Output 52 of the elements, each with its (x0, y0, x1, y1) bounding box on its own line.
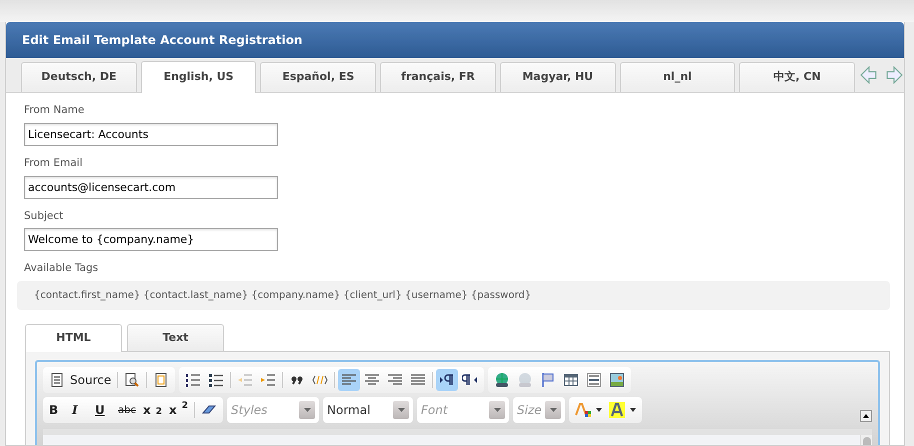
indent-icon (260, 372, 276, 388)
globe-link-icon (494, 372, 510, 388)
text-color-icon (575, 402, 592, 418)
collapse-toolbar-button[interactable] (860, 410, 872, 422)
field-label: From Email (24, 156, 84, 171)
field-label: From Name (24, 103, 86, 118)
editor-tab[interactable]: HTML (25, 324, 122, 352)
magnifier-icon (124, 372, 140, 388)
table-icon (563, 372, 580, 388)
language-tab[interactable]: français, FR (380, 62, 496, 92)
paragraph-right-icon (439, 372, 456, 388)
image-icon (609, 372, 626, 388)
caret-icon (494, 408, 501, 412)
outdent-icon (237, 372, 254, 388)
caret-icon (630, 408, 636, 412)
numbered-list-icon (185, 372, 202, 388)
subscript-button[interactable]: x$_{2}$ (140, 399, 165, 421)
document-icon (49, 372, 65, 388)
template-icon (153, 372, 170, 388)
bold-button[interactable]: B (46, 399, 68, 421)
toolbar-button[interactable] (436, 369, 458, 391)
italic-button[interactable]: I (69, 399, 91, 421)
language-tab[interactable]: 中文, CN (739, 62, 856, 92)
field-label: Available Tags (24, 261, 100, 276)
tags-list: {contact.first_name} {contact.last_name} {company.name} {client_url} {username} {password} (17, 281, 890, 310)
caret-icon (863, 414, 869, 418)
bulleted-list-icon (208, 372, 224, 388)
superscript-button[interactable]: x$^{2}$ (166, 399, 192, 421)
paragraph-left-icon (462, 372, 478, 388)
text-field[interactable]: accounts@licensecart.com (24, 176, 278, 198)
text-field[interactable]: Licensecart: Accounts (24, 122, 278, 146)
right-arrow-icon (884, 66, 903, 84)
caret-icon (304, 408, 311, 412)
panel-title: Edit Email Template Account Registration (6, 22, 904, 58)
caret-icon (398, 408, 405, 412)
toolbar-button[interactable] (338, 369, 360, 391)
language-tab[interactable]: Magyar, HU (500, 62, 616, 92)
left-arrow-icon (860, 66, 878, 84)
language-tab[interactable]: nl_nl (620, 62, 736, 92)
highlight-color-icon (609, 402, 626, 418)
flag-icon (540, 372, 556, 388)
language-tab[interactable]: Español, ES (260, 62, 376, 92)
underline-button[interactable]: U (92, 399, 114, 421)
caret-icon (596, 408, 602, 412)
text-field[interactable]: Welcome to {company.name} (24, 228, 278, 252)
field-label: Subject (24, 208, 64, 224)
caret-icon (550, 408, 557, 412)
editor-tab[interactable]: Text (127, 324, 224, 351)
language-tab[interactable]: English, US (140, 61, 256, 93)
language-tab[interactable]: Deutsch, DE (21, 62, 137, 92)
strikethrough-button[interactable]: abc (115, 399, 139, 421)
dropdown[interactable]: Normal (323, 397, 414, 423)
